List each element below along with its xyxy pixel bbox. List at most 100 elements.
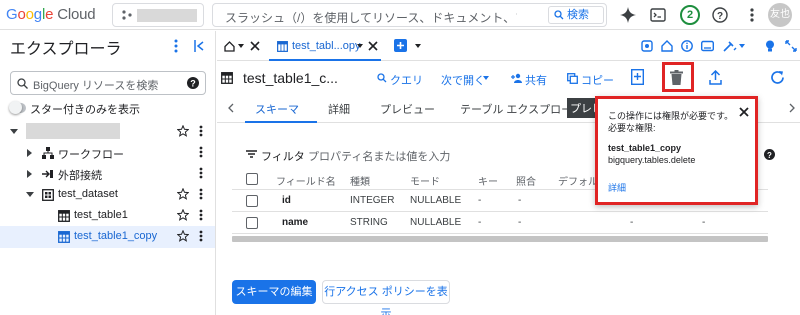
field-name: name [282,217,309,228]
column-header[interactable]: 種類 [350,173,370,188]
column-header[interactable]: モード [410,173,440,188]
select-all-checkbox[interactable] [246,173,258,185]
expand-arrow-icon[interactable] [26,191,34,199]
chevron-down-icon[interactable] [238,44,244,49]
explorer-more-icon[interactable] [170,39,182,53]
export-icon[interactable] [709,70,722,85]
expand-arrow-icon[interactable] [26,170,34,178]
search-icon [377,73,387,83]
chevron-down-icon[interactable] [739,44,745,49]
open-in-button-label: 次で開く [441,75,485,87]
horizontal-scrollbar[interactable] [232,236,768,242]
more-vert-icon[interactable] [199,146,203,158]
edit-schema-button[interactable]: スキーマの編集 [232,280,316,304]
close-icon[interactable] [739,107,749,117]
row-access-policy-button[interactable]: 行アクセス ポリシーを表示 [322,280,450,315]
project-name-redacted [26,123,120,139]
tab-preview[interactable]: プレビュー [380,101,435,117]
query-button[interactable]: クエリ [377,72,423,88]
tree-item-external-connections[interactable]: 外部接続 [0,163,215,185]
top-bar: Google Cloud スラッシュ（/）を使用してリソース、ドキュメント、プロ… [0,0,800,30]
format-brush-icon[interactable] [723,40,737,52]
field-collation: - [518,195,522,206]
home-icon[interactable] [224,41,235,52]
expand-arrow-icon[interactable] [10,128,18,136]
table-toolbar: test_table1_c... クエリ 次で開く 共有 コピー [217,62,800,94]
tab-active-indicator [245,121,317,123]
filter-input-placeholder[interactable]: プロパティ名または値を入力 [308,148,450,164]
tree-item-workflows[interactable]: ワークフロー [0,142,215,164]
chevron-down-icon[interactable] [357,44,363,49]
project-icon [121,9,133,21]
lightbulb-icon[interactable] [765,40,775,52]
more-vert-icon[interactable] [199,230,203,242]
dataset-icon [42,189,54,201]
compute-icon[interactable] [641,40,653,52]
project-picker[interactable] [112,3,204,27]
tree-item-test-table1-copy[interactable]: test_table1_copy [0,226,215,248]
chevron-down-icon[interactable] [415,44,421,49]
star-icon[interactable] [177,230,189,242]
tab-schema[interactable]: スキーマ [255,101,299,117]
star-icon[interactable] [177,209,189,221]
keyboard-icon[interactable] [701,40,714,52]
workflow-icon [42,147,54,159]
tab-table-explorer[interactable]: テーブル エクスプローラ [460,101,583,117]
close-icon[interactable] [250,41,260,51]
explorer-search-input[interactable]: BigQuery リソースを検索 ? [10,71,206,95]
open-in-button[interactable]: 次で開く [441,72,489,88]
field-key: - [478,195,482,206]
collapse-panel-icon[interactable] [193,39,205,53]
close-icon[interactable] [368,41,378,51]
more-vert-icon[interactable] [744,7,760,23]
global-search-placeholder: スラッシュ（/）を使用してリソース、ドキュメント、プロダクト... [225,11,517,25]
tree-item-test-dataset[interactable]: test_dataset [0,184,215,206]
field-type: STRING [350,217,388,228]
field-extra: - [630,217,634,228]
help-icon[interactable]: ? [764,149,775,160]
tab-test-table1-copy[interactable]: test_tabl...opy [269,31,381,61]
row-checkbox[interactable] [246,217,258,229]
external-connection-icon [42,168,54,180]
editor-tab-bar: test_tabl...opy [217,31,800,61]
home-icon[interactable] [661,40,673,52]
share-button[interactable]: 共有 [511,72,547,88]
help-icon[interactable]: ? [712,7,728,23]
field-extra: - [702,217,706,228]
snapshot-icon[interactable] [631,69,644,85]
copy-button[interactable]: コピー [567,72,614,88]
global-search-input[interactable]: スラッシュ（/）を使用してリソース、ドキュメント、プロダクト... 検索 [212,3,607,27]
expand-arrow-icon[interactable] [26,149,34,157]
search-button[interactable]: 検索 [548,6,604,24]
info-icon[interactable] [681,40,693,52]
refresh-icon[interactable] [770,70,785,85]
cloud-shell-icon[interactable] [650,7,666,23]
star-icon[interactable] [177,188,189,200]
details-link[interactable]: 詳細 [608,181,626,194]
more-vert-icon[interactable] [199,188,203,200]
google-cloud-logo[interactable]: Google Cloud [6,6,96,23]
tree-item-test-table1[interactable]: test_table1 [0,205,215,227]
column-header[interactable]: フィールド名 [276,173,336,188]
account-avatar[interactable]: 友也 [768,3,792,27]
more-vert-icon[interactable] [199,167,203,179]
add-tab-icon[interactable] [394,39,407,52]
gemini-icon[interactable] [620,7,636,23]
starred-only-toggle[interactable] [9,101,26,114]
expand-panel-icon[interactable] [785,40,797,52]
tab-details[interactable]: 詳細 [328,101,350,117]
tree-item-label: test_table1_copy [74,230,158,242]
chevron-left-icon[interactable] [227,103,234,113]
more-vert-icon[interactable] [199,209,203,221]
star-icon[interactable] [177,125,189,137]
more-vert-icon[interactable] [199,125,203,137]
column-header[interactable]: キー [478,173,498,188]
chevron-right-icon[interactable] [789,103,796,113]
notification-badge[interactable]: 2 [680,5,700,25]
tree-item-project[interactable] [0,121,215,143]
help-icon[interactable]: ? [187,77,199,89]
project-name-redacted [137,9,197,22]
row-checkbox[interactable] [246,195,258,207]
tree-item-label: 外部接続 [58,170,102,182]
column-header[interactable]: 照合 [516,173,536,188]
